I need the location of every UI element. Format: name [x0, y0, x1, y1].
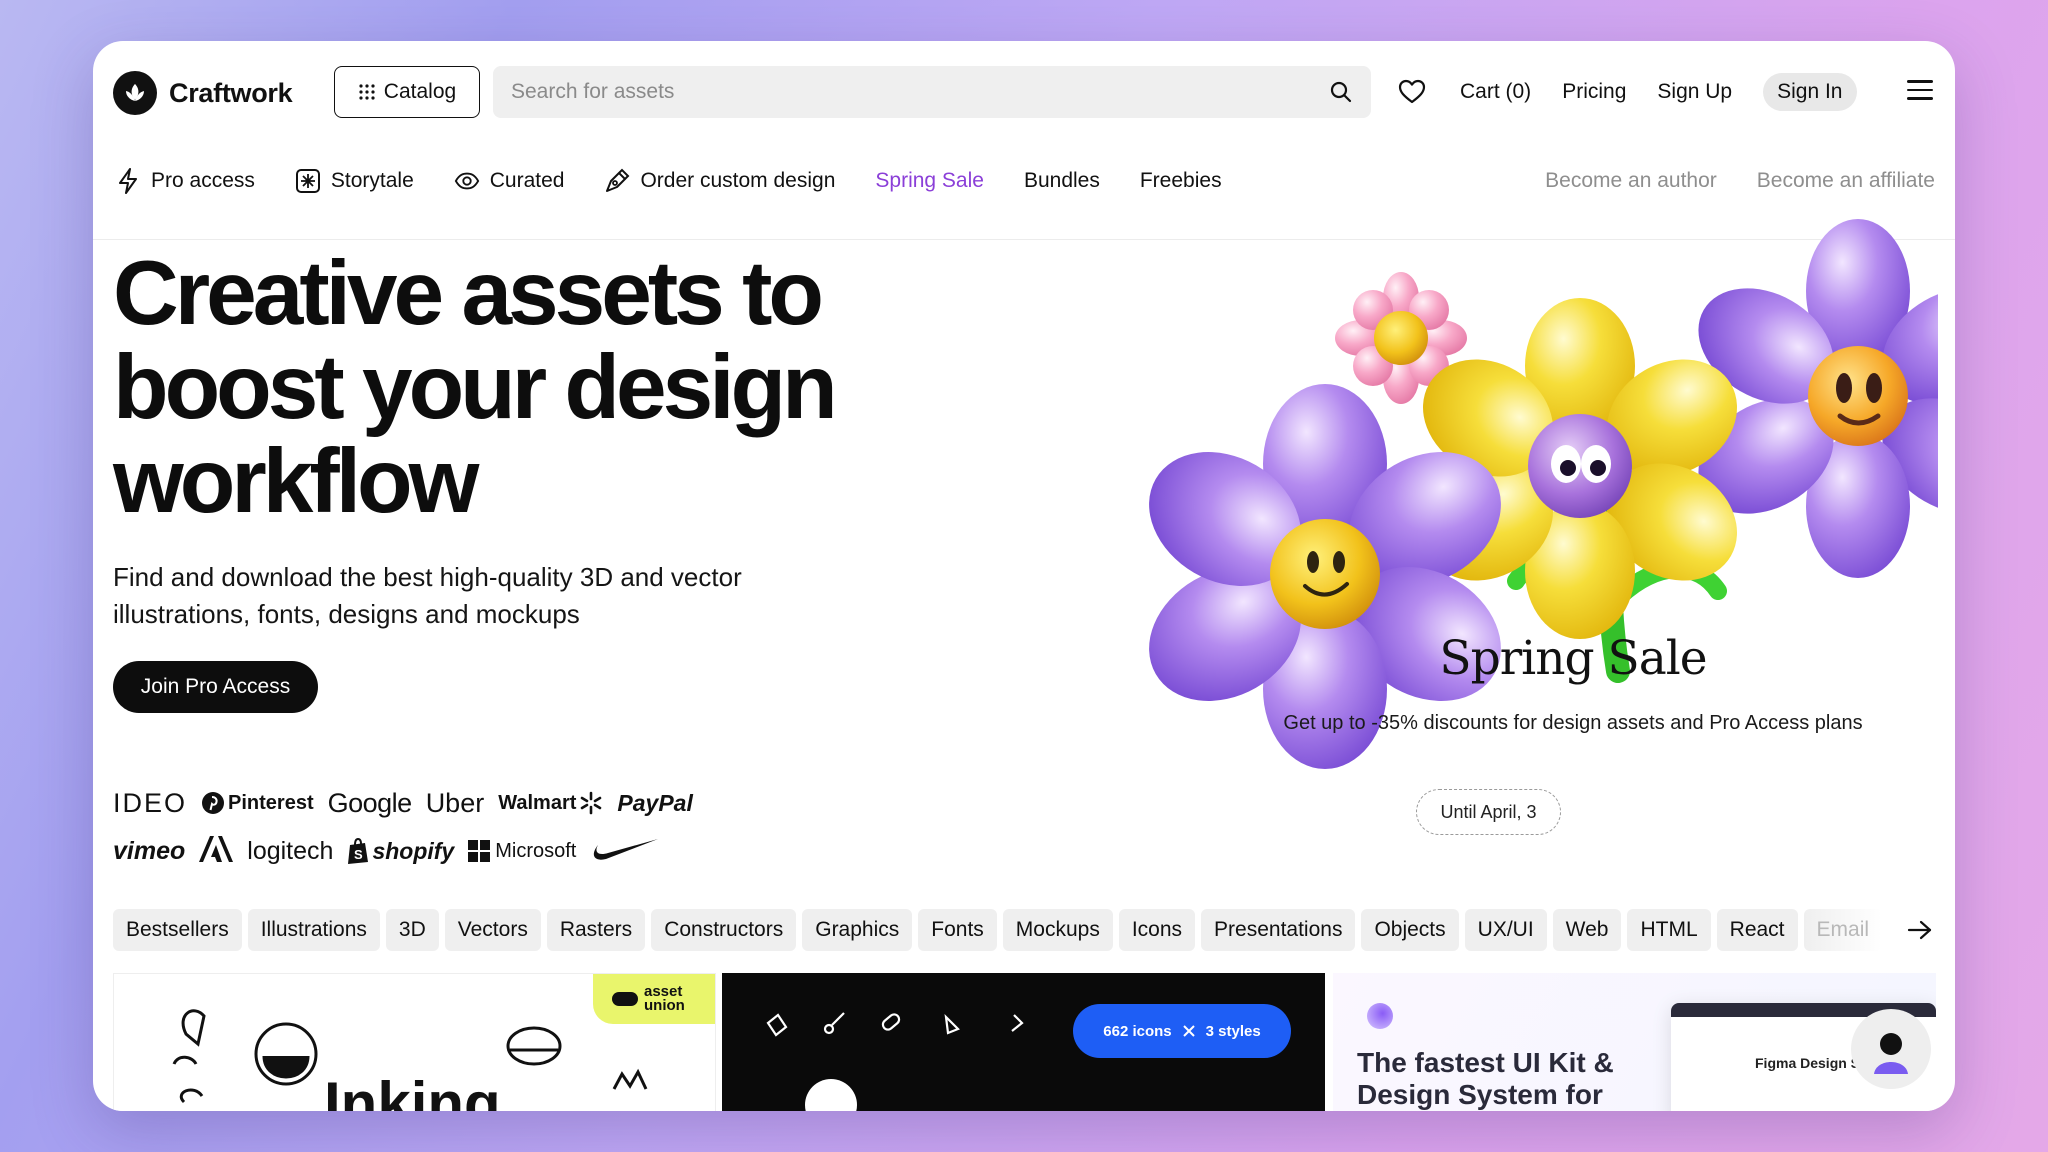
product-card[interactable]: The fastest UI Kit & Design System for F…: [1333, 973, 1936, 1111]
category-vectors[interactable]: Vectors: [444, 909, 541, 951]
search-input[interactable]: [511, 80, 1329, 104]
microsoft-icon: [468, 840, 491, 862]
balloon-flowers-image: [1149, 219, 1955, 769]
avatar: [1851, 1009, 1931, 1089]
walmart-logo: Walmart: [498, 791, 603, 815]
nav-label: Spring Sale: [875, 169, 984, 192]
heart-icon[interactable]: [1398, 78, 1426, 106]
join-pro-access-button[interactable]: Join Pro Access: [113, 661, 318, 713]
vimeo-logo: vimeo: [113, 836, 186, 865]
nav-label: Order custom design: [640, 169, 836, 192]
pinterest-icon: [202, 792, 225, 814]
nike-swoosh-icon: [594, 838, 659, 860]
product-card[interactable]: Inking asset union: [113, 973, 716, 1111]
category-bestsellers[interactable]: Bestsellers: [113, 909, 242, 951]
uber-logo: Uber: [425, 787, 485, 818]
header-nav: Cart (0) Pricing Sign Up Sign In: [1398, 66, 1857, 118]
adobe-logo: [199, 835, 234, 867]
category-html[interactable]: HTML: [1627, 909, 1711, 951]
nav-pro-access[interactable]: Pro access: [115, 168, 255, 194]
search-bar: [493, 66, 1371, 118]
category-constructors[interactable]: Constructors: [651, 909, 797, 951]
category-3d[interactable]: 3D: [385, 909, 439, 951]
signin-button[interactable]: Sign In: [1763, 73, 1857, 111]
asset-union-badge: asset union: [593, 974, 715, 1024]
spring-sale-illustration[interactable]: [1058, 201, 1955, 781]
hero-title: Creative assets to boost your design wor…: [113, 243, 838, 532]
hero-subtitle: Find and download the best high-quality …: [113, 562, 742, 629]
pen-tool-icon: [604, 168, 630, 194]
category-uxui[interactable]: UX/UI: [1464, 909, 1547, 951]
lightning-icon: [115, 168, 141, 194]
nav-label: Freebies: [1139, 169, 1222, 192]
shopify-bag-icon: S: [348, 838, 369, 864]
nike-logo: [590, 835, 660, 868]
google-logo: Google: [327, 787, 413, 818]
category-web[interactable]: Web: [1552, 909, 1622, 951]
close-icon: [1182, 1025, 1195, 1037]
brand-name: Craftwork: [169, 77, 293, 108]
nav-spring-sale[interactable]: Spring Sale: [875, 169, 984, 193]
logo[interactable]: Craftwork: [113, 71, 293, 115]
category-illustrations[interactable]: Illustrations: [247, 909, 380, 951]
category-mockups[interactable]: Mockups: [1002, 909, 1113, 951]
svg-text:S: S: [354, 847, 363, 862]
microsoft-logo: Microsoft: [468, 840, 576, 863]
brand-orb-icon: [1367, 1003, 1393, 1029]
card-title: The fastest UI Kit & Design System for: [1357, 1047, 1614, 1110]
catalog-label: Catalog: [383, 80, 457, 103]
nav-bundles[interactable]: Bundles: [1024, 169, 1100, 193]
client-logos: IDEO Pinterest Google Uber Walmart PayPa…: [113, 783, 733, 879]
ideo-logo: IDEO: [113, 787, 188, 818]
category-icons[interactable]: Icons: [1118, 909, 1196, 951]
pricing-link[interactable]: Pricing: [1562, 80, 1626, 104]
product-card[interactable]: 662 icons 3 styles: [722, 973, 1325, 1111]
preview-title: Figma Design S: [1755, 1055, 1861, 1071]
eye-icon: [454, 168, 480, 194]
category-graphics[interactable]: Graphics: [802, 909, 913, 951]
nav-order-custom-design[interactable]: Order custom design: [604, 168, 835, 194]
nav-curated[interactable]: Curated: [454, 168, 565, 194]
shopify-logo: S shopify: [347, 838, 454, 865]
nav-storytale[interactable]: Storytale: [295, 168, 414, 194]
adobe-icon: [199, 835, 234, 862]
category-fonts[interactable]: Fonts: [918, 909, 997, 951]
promo-deadline-badge: Until April, 3: [1416, 789, 1561, 835]
nav-label: Curated: [489, 169, 565, 192]
become-author-link[interactable]: Become an author: [1545, 169, 1717, 193]
category-react[interactable]: React: [1716, 909, 1798, 951]
grid-dots-icon: [359, 84, 375, 100]
header: Craftwork Catalog Cart (0): [93, 41, 1955, 145]
nav-label: Bundles: [1023, 169, 1100, 192]
browser-window: Craftwork Catalog Cart (0): [93, 41, 1955, 1111]
walmart-spark-icon: [581, 791, 602, 815]
logitech-logo: logitech: [247, 836, 334, 865]
category-rasters[interactable]: Rasters: [546, 909, 646, 951]
craftwork-logo-icon: [113, 71, 157, 115]
icon-count-pill: 662 icons 3 styles: [1073, 1004, 1291, 1058]
pinterest-logo: Pinterest: [201, 791, 314, 815]
nav-label: Storytale: [330, 169, 414, 192]
signup-link[interactable]: Sign Up: [1657, 80, 1732, 104]
category-tabs: Bestsellers Illustrations 3D Vectors Ras…: [113, 909, 1943, 951]
category-objects[interactable]: Objects: [1361, 909, 1459, 951]
search-icon[interactable]: [1329, 80, 1353, 104]
svg-text:Inking: Inking: [324, 1070, 501, 1111]
menu-icon[interactable]: [1907, 80, 1933, 102]
category-email[interactable]: Email: [1803, 909, 1883, 951]
paypal-logo: PayPal: [617, 789, 693, 816]
promo-title: Spring Sale: [1439, 631, 1707, 686]
catalog-button[interactable]: Catalog: [334, 66, 480, 118]
nav-freebies[interactable]: Freebies: [1140, 169, 1222, 193]
nav-label: Pro access: [151, 169, 255, 192]
cart-link[interactable]: Cart (0): [1460, 80, 1531, 104]
promo-subtitle: Get up to -35% discounts for design asse…: [1283, 712, 1863, 734]
category-presentations[interactable]: Presentations: [1201, 909, 1356, 951]
arrow-right-icon[interactable]: [1907, 919, 1933, 941]
become-affiliate-link[interactable]: Become an affiliate: [1757, 169, 1935, 193]
asset-union-icon: [612, 992, 638, 1006]
storytale-icon: [295, 168, 321, 194]
